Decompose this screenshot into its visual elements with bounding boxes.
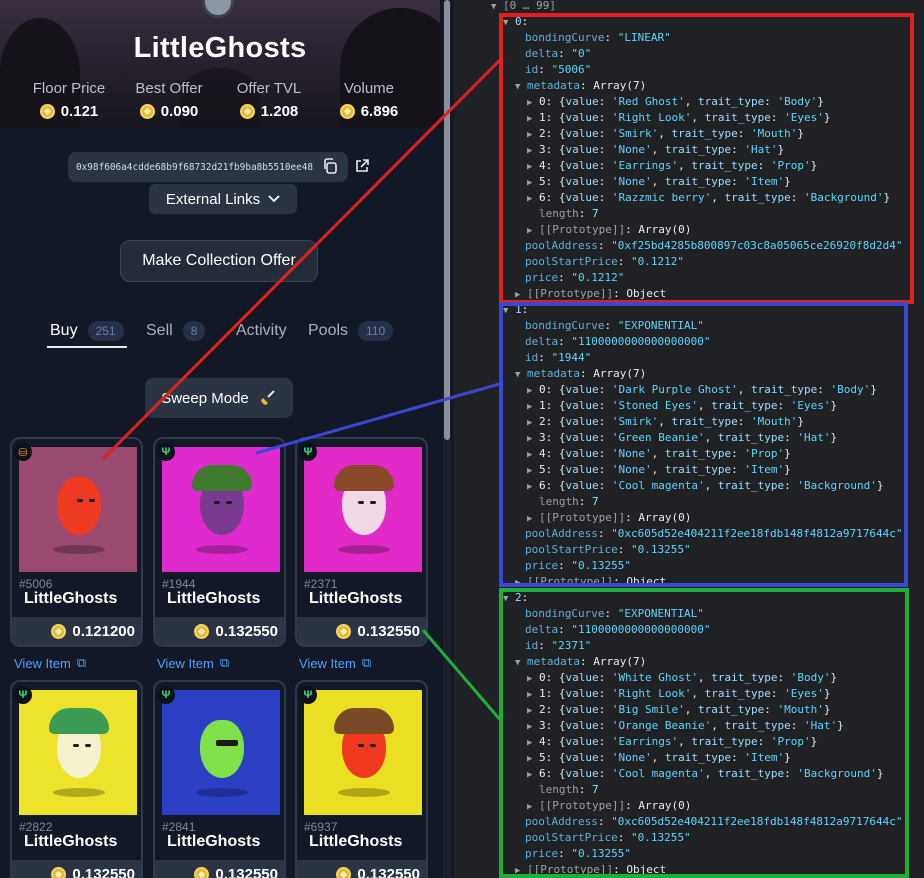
connector-line-blue [255, 381, 504, 455]
connector-lines [101, 56, 504, 723]
connector-line-green [421, 629, 504, 723]
